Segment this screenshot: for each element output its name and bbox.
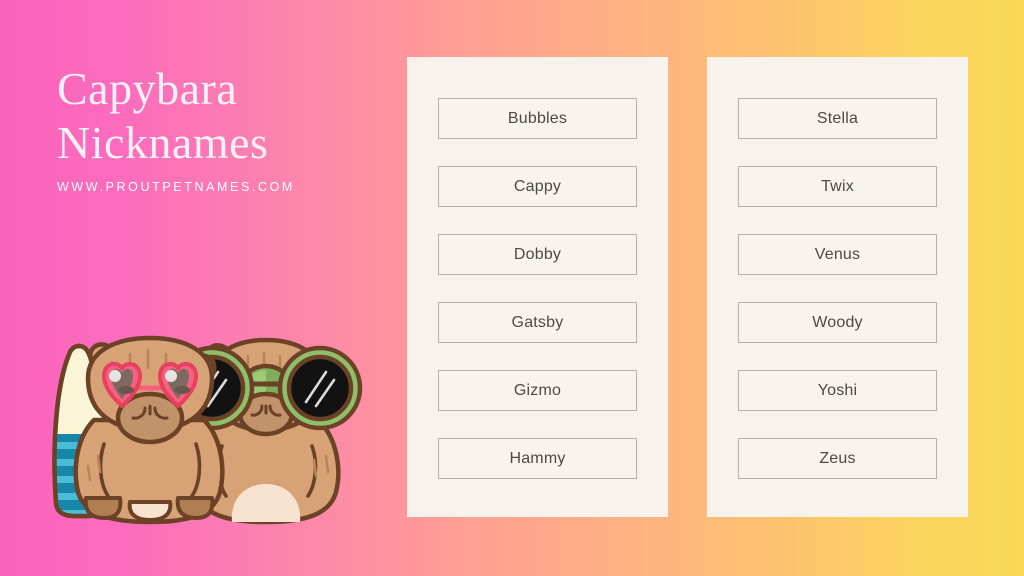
nickname-panel-3 [1007,57,1024,517]
nickname-list-2: Stella Twix Venus Woody Yoshi Zeus [738,98,937,506]
nickname-panel-2: Stella Twix Venus Woody Yoshi Zeus [707,57,968,517]
nickname-item[interactable]: Bubbles [438,98,637,139]
capybara-illustration [26,326,366,531]
nickname-list-1: Bubbles Cappy Dobby Gatsby Gizmo Hammy [438,98,637,506]
nickname-item[interactable]: Gizmo [438,370,637,411]
nickname-item[interactable]: Woody [738,302,937,343]
nickname-item[interactable]: Zeus [738,438,937,479]
capybara-left [73,335,225,525]
nickname-item[interactable]: Hammy [438,438,637,479]
nickname-panel-1: Bubbles Cappy Dobby Gatsby Gizmo Hammy [407,57,668,517]
nickname-item[interactable]: Twix [738,166,937,207]
site-url: WWW.PROUTPETNAMES.COM [57,180,295,194]
nickname-item[interactable]: Yoshi [738,370,937,411]
nickname-item[interactable]: Gatsby [438,302,637,343]
nickname-item[interactable]: Cappy [438,166,637,207]
nickname-item[interactable]: Stella [738,98,937,139]
nickname-item[interactable]: Dobby [438,234,637,275]
page-title-line-1: Capybara [57,63,238,114]
nickname-item[interactable]: Venus [738,234,937,275]
poster-canvas: Capybara Nicknames WWW.PROUTPETNAMES.COM [0,0,1024,576]
page-title-line-2: Nicknames [57,117,269,168]
headline-block: Capybara Nicknames WWW.PROUTPETNAMES.COM [57,62,387,194]
